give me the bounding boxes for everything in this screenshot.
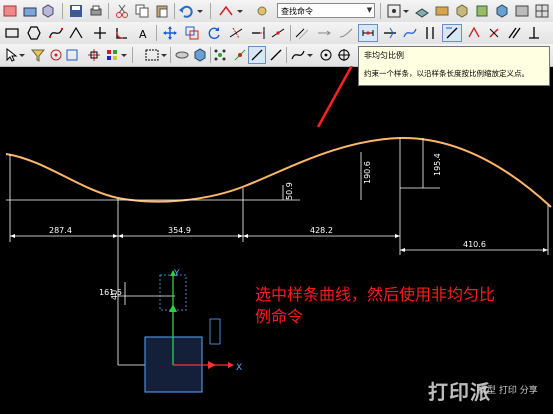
sketch-canvas[interactable]: 287.4 354.9 428.2 410.6 190.6 195.4 50.9… [0,66,553,414]
dim-410-6[interactable]: 410.6 [463,240,486,249]
dim-190-6[interactable]: 190.6 [363,161,372,184]
non-uniform-scale-button[interactable] [358,24,378,42]
line-selected-button[interactable] [248,46,266,64]
render-icon[interactable] [414,3,430,19]
view-cube-icon[interactable] [454,3,470,19]
solid-icon[interactable] [192,47,208,63]
shaded-icon[interactable] [434,3,450,19]
print-icon[interactable] [88,3,104,19]
move-icon[interactable] [162,25,178,41]
symbols-icon[interactable] [64,47,80,63]
tooltip-title: 非均匀比例 [364,51,404,60]
circle-icon[interactable] [318,47,334,63]
fix-constraint-icon[interactable] [486,25,502,41]
dim-195-4[interactable]: 195.4 [433,153,442,176]
copy-icon[interactable] [134,3,150,19]
undo-icon[interactable] [178,3,194,19]
trim-icon[interactable] [228,25,244,41]
target-icon[interactable] [336,47,352,63]
copy-entities-icon[interactable] [184,25,200,41]
quick-pick-icon[interactable] [86,47,102,63]
line-icon[interactable] [268,47,284,63]
scale-icon[interactable] [338,25,354,41]
cut-icon[interactable] [114,3,130,19]
select-dropdown-icon[interactable] [18,47,26,63]
horizontal-constraint-icon[interactable] [382,25,398,41]
body-icon[interactable] [174,47,190,63]
color-icon[interactable] [104,47,120,63]
color-dropdown-icon[interactable] [120,47,128,63]
perpendicular-icon[interactable] [526,25,542,41]
dim-50-9[interactable]: 50.9 [285,182,294,200]
dim-40[interactable]: 40 [110,290,119,300]
text-icon[interactable]: A [136,25,152,41]
parallel-icon[interactable] [506,25,522,41]
new-sketch-icon[interactable] [2,3,18,19]
snap-grid-icon[interactable] [386,3,402,19]
annotation-text: 选中样条曲线，然后使用非均匀比 例命令 [255,284,553,328]
save-icon[interactable] [68,3,84,19]
y-axis-label: Y [173,269,180,279]
snap-point-icon[interactable] [48,47,64,63]
curve-dropdown-icon[interactable] [306,47,314,63]
dim-287-4[interactable]: 287.4 [49,226,72,235]
polygon-icon[interactable] [26,25,42,41]
callout-arrow [316,66,354,128]
point-icon[interactable] [92,25,108,41]
offset-icon[interactable] [294,25,310,41]
options-icon[interactable] [254,3,270,19]
material-icon[interactable] [474,3,490,19]
toolbar-row-1: 查找命令 ▼ [0,0,553,23]
spline-icon[interactable] [48,25,64,41]
vertical-constraint-icon[interactable] [422,25,438,41]
annotation-line-1: 选中样条曲线，然后使用非均匀比 [255,285,496,304]
rotate-icon[interactable] [206,25,222,41]
snap-dropdown-icon[interactable] [236,3,244,19]
fillet-icon[interactable] [114,25,130,41]
annotation-line-2: 例命令 [255,307,304,326]
appearance-icon[interactable] [494,3,510,19]
x-axis-label: X [236,363,242,373]
grid-dropdown-icon[interactable] [402,3,410,19]
visual-style-icon[interactable] [514,3,530,19]
selection-box-icon[interactable] [144,47,160,63]
toolbar-row-2: A [0,22,553,45]
reference-frame [209,318,221,345]
layout-icon[interactable] [534,3,550,19]
curve-icon[interactable] [290,47,306,63]
coincident-icon[interactable] [466,25,482,41]
box-dropdown-icon[interactable] [160,47,168,63]
filter-icon[interactable] [30,47,46,63]
rectangle-icon[interactable] [4,25,20,41]
command-finder-dropdown-icon[interactable]: ▼ [365,4,374,17]
dim-428-2[interactable]: 428.2 [310,226,333,235]
dimension-button[interactable] [442,24,462,42]
tangent-icon[interactable] [402,25,418,41]
watermark-tagline: 模型 打印 分享 [478,386,538,396]
dim-354-9[interactable]: 354.9 [168,226,191,235]
open-file-icon[interactable] [22,3,38,19]
part-icon[interactable] [40,3,56,19]
undo-dropdown-icon[interactable] [196,3,204,19]
split-icon[interactable] [270,25,286,41]
command-finder-input[interactable]: 查找命令 [277,3,375,18]
spline-curve[interactable] [5,136,552,208]
node-icon[interactable] [232,47,248,63]
slot-icon[interactable] [68,25,84,41]
point-snap-icon[interactable] [218,3,234,19]
pattern-icon[interactable] [212,47,228,63]
paste-icon[interactable] [154,3,170,19]
svg-text:A: A [139,28,147,41]
mirror-icon[interactable] [316,25,332,41]
extend-icon[interactable] [250,25,266,41]
